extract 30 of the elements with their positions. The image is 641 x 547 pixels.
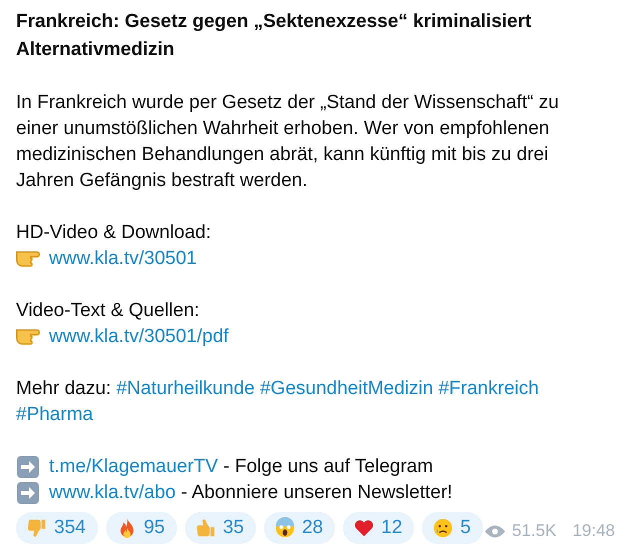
video-link[interactable]: www.kla.tv/30501: [49, 246, 197, 272]
eye-icon: [484, 524, 506, 538]
message-time: 19:48: [572, 520, 615, 542]
section-label: Video-Text & Quellen:: [16, 300, 200, 321]
hashtag-link[interactable]: #Naturheilkunde: [116, 378, 255, 399]
reaction-chip[interactable]: 28: [264, 512, 336, 544]
pointing-hand-icon: [16, 251, 40, 267]
reaction-chip[interactable]: 12: [343, 512, 414, 544]
section-label: HD-Video & Download:: [16, 222, 212, 243]
hashtag-link[interactable]: #Frankreich: [438, 378, 539, 399]
hashtag-link[interactable]: #GesundheitMedizin: [260, 378, 434, 399]
screaming-face-icon: [274, 517, 296, 539]
more-label: Mehr dazu:: [16, 378, 112, 399]
link-description: - Abonniere unseren Newsletter!: [180, 481, 452, 505]
channel-link[interactable]: www.kla.tv/abo: [49, 480, 176, 506]
post-text: In Frankreich wurde per Gesetz der „Stand der Wissenschaft“ zu einer unumstößlichen Wahrheit erhoben. Wer von empfohlenen medizinischen Behandlungen abrät, kann künftig mit bis zu drei Jahren Gefängnis bestraft werden.: [16, 91, 560, 193]
reaction-chip[interactable]: 354: [16, 512, 98, 544]
thumbs-up-icon: [194, 517, 217, 539]
link-description: - Folge uns auf Telegram: [222, 455, 434, 479]
crying-face-icon: [432, 517, 454, 539]
view-count: 51.5K: [512, 520, 556, 542]
reaction-chip[interactable]: 5: [422, 512, 483, 544]
thumbs-down-icon: [26, 517, 48, 539]
pointing-hand-icon: [16, 329, 40, 345]
reaction-chip[interactable]: 35: [184, 512, 256, 544]
post-title: Frankreich: Gesetz gegen „Sektenexzesse“ kriminalisiert Alternativmedizin: [16, 10, 532, 62]
channel-link[interactable]: t.me/KlagemauerTV: [49, 454, 218, 480]
hashtag-link[interactable]: #Pharma: [16, 404, 94, 425]
video-link[interactable]: www.kla.tv/30501/pdf: [49, 324, 229, 350]
reaction-chip[interactable]: 95: [106, 512, 177, 544]
